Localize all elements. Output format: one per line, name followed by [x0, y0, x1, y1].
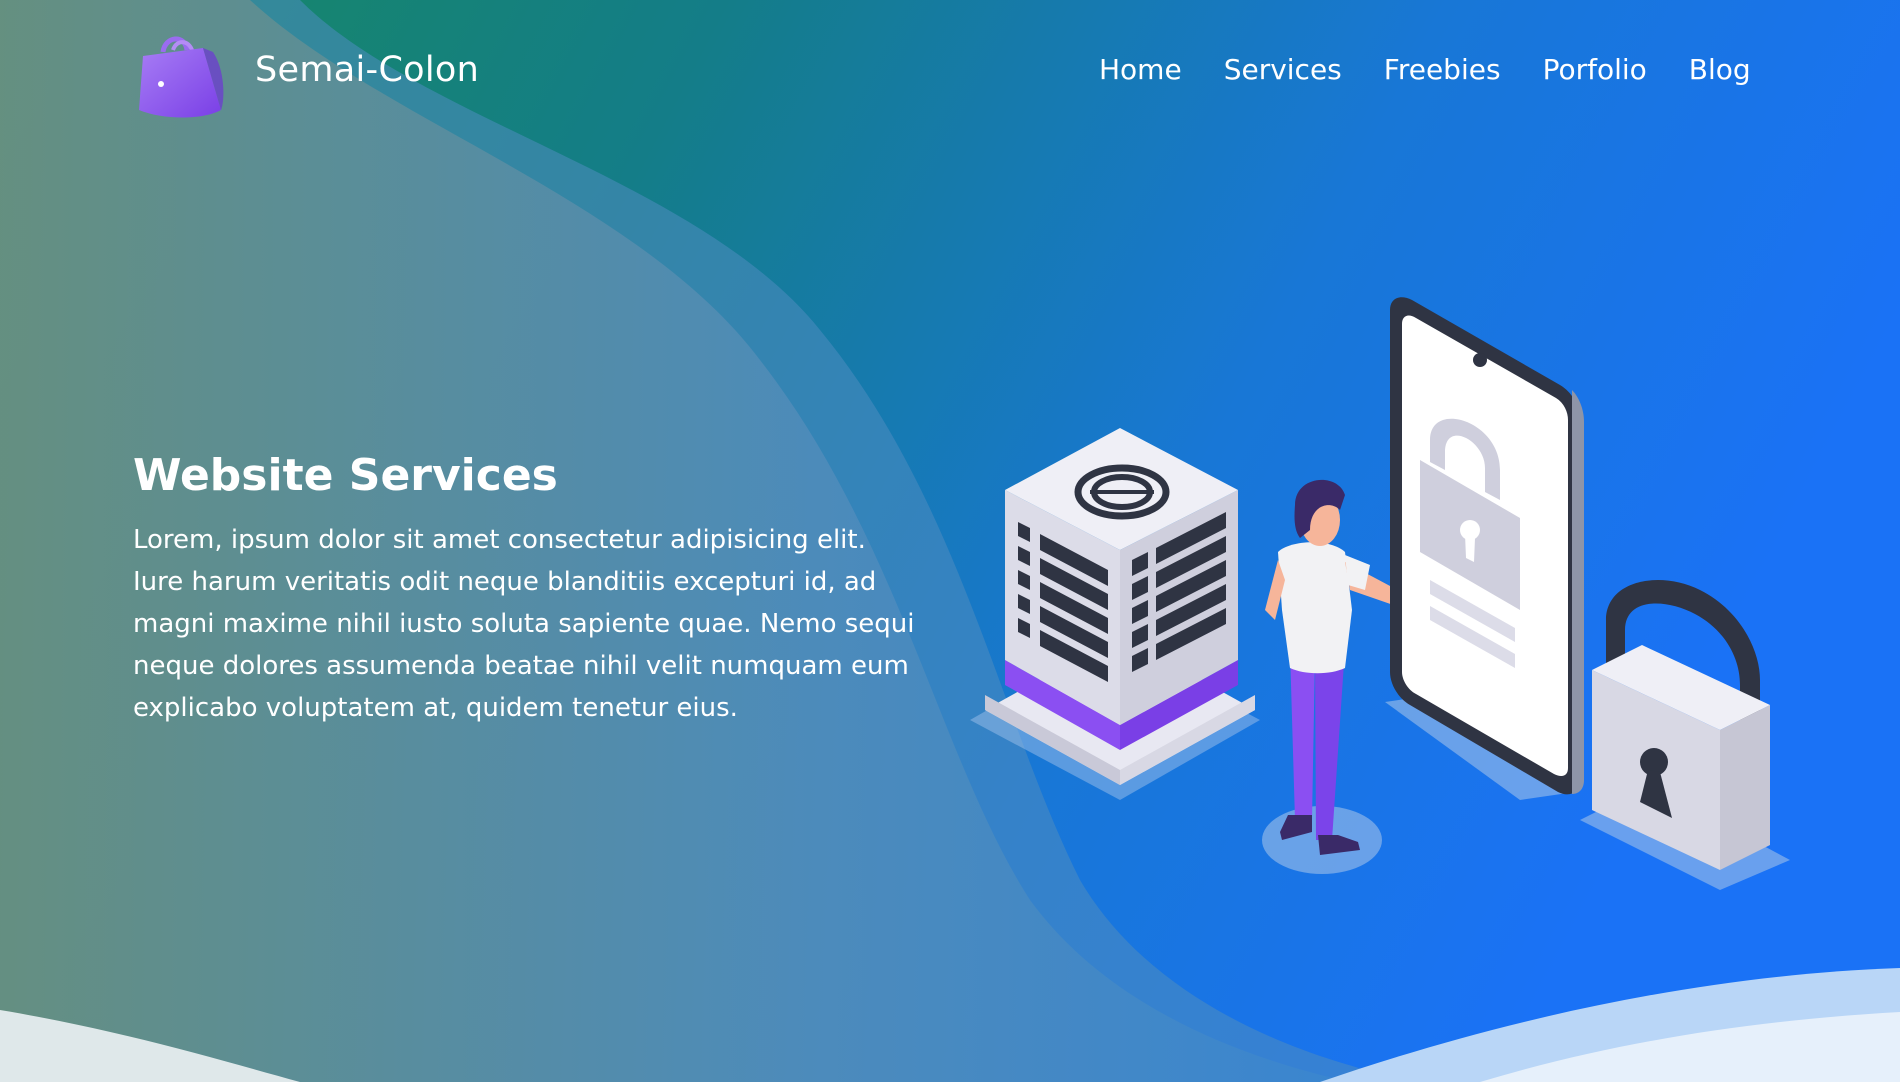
- hero-illustration: [970, 297, 1790, 890]
- main-nav: Home Services Freebies Porfolio Blog: [1099, 53, 1751, 86]
- smartphone-lock-screen: [1385, 297, 1584, 800]
- nav-portfolio[interactable]: Porfolio: [1543, 53, 1647, 86]
- shopping-bag-icon[interactable]: [133, 30, 225, 122]
- nav-home[interactable]: Home: [1099, 53, 1182, 86]
- nav-services[interactable]: Services: [1224, 53, 1342, 86]
- server-tower-icon: [970, 428, 1260, 800]
- site-header: Semai-Colon Home Services Freebies Porfo…: [133, 30, 1753, 125]
- padlock-icon: [1580, 580, 1790, 890]
- hero-title: Website Services: [133, 450, 558, 501]
- nav-blog[interactable]: Blog: [1689, 53, 1751, 86]
- nav-freebies[interactable]: Freebies: [1384, 53, 1501, 86]
- hero-section: Website Services Lorem, ipsum dolor sit …: [133, 450, 933, 729]
- brand-name[interactable]: Semai-Colon: [255, 50, 479, 90]
- hero-description: Lorem, ipsum dolor sit amet consectetur …: [133, 525, 915, 723]
